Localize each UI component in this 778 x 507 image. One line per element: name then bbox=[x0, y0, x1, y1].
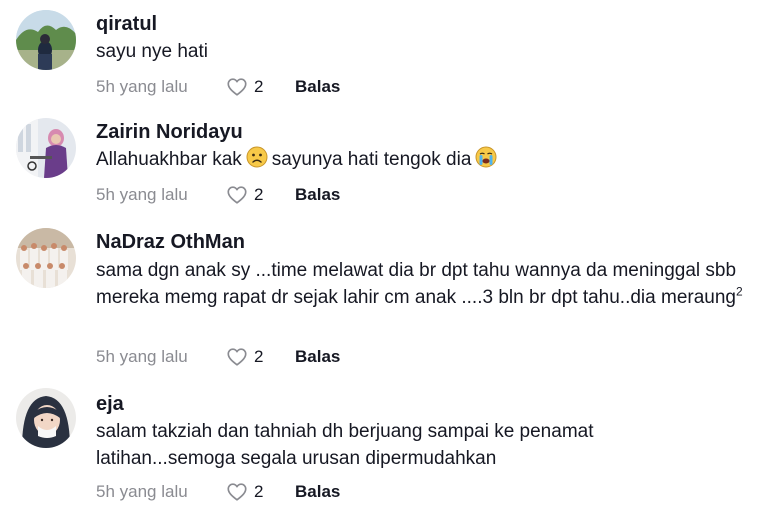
reply-button[interactable]: Balas bbox=[295, 183, 340, 207]
comment-username[interactable]: Zairin Noridayu bbox=[96, 120, 243, 144]
avatar-photo-person bbox=[16, 118, 76, 178]
comment-text-part: Allahuakhbar kak bbox=[96, 149, 242, 170]
like-count: 2 bbox=[254, 482, 264, 501]
comment-item: qiratul sayu nye hati 5h yang lalu 2 Bal… bbox=[0, 0, 778, 108]
loudly-crying-face-icon bbox=[475, 146, 497, 176]
comment-username[interactable]: qiratul bbox=[96, 12, 157, 36]
like-count: 2 bbox=[254, 185, 264, 204]
comment-username[interactable]: eja bbox=[96, 392, 124, 416]
comment-timestamp: 5h yang lalu bbox=[96, 77, 188, 96]
heart-outline-icon bbox=[227, 348, 247, 366]
reply-button[interactable]: Balas bbox=[295, 75, 340, 99]
comment-superscript: 2 bbox=[735, 284, 743, 299]
comment-item: Zairin Noridayu Allahuakhbar kak sayunya … bbox=[0, 108, 778, 218]
avatar[interactable] bbox=[16, 228, 76, 288]
heart-outline-icon bbox=[227, 78, 247, 96]
avatar[interactable] bbox=[16, 10, 76, 70]
heart-outline-icon bbox=[227, 186, 247, 204]
reply-button[interactable]: Balas bbox=[295, 480, 340, 504]
avatar-photo-hijab bbox=[16, 388, 76, 448]
avatar[interactable] bbox=[16, 388, 76, 448]
like-button[interactable]: 2 bbox=[226, 345, 263, 369]
comment-timestamp: 5h yang lalu bbox=[96, 185, 188, 204]
like-button[interactable]: 2 bbox=[226, 183, 263, 207]
like-button[interactable]: 2 bbox=[226, 480, 263, 504]
comment-item: NaDraz OthMan sama dgn anak sy ...time m… bbox=[0, 218, 778, 378]
comment-timestamp: 5h yang lalu bbox=[96, 347, 188, 366]
like-count: 2 bbox=[254, 77, 264, 96]
comment-timestamp: 5h yang lalu bbox=[96, 482, 188, 501]
reply-button[interactable]: Balas bbox=[295, 345, 340, 369]
avatar-photo-outdoor bbox=[16, 10, 76, 70]
avatar-photo-group bbox=[16, 228, 76, 288]
comment-text: sama dgn anak sy ...time melawat dia br … bbox=[96, 257, 756, 311]
like-button[interactable]: 2 bbox=[226, 75, 263, 99]
like-count: 2 bbox=[254, 347, 264, 366]
avatar[interactable] bbox=[16, 118, 76, 178]
comment-text-body: sama dgn anak sy ...time melawat dia br … bbox=[96, 260, 737, 308]
comment-text-part: sayunya hati tengok dia bbox=[271, 149, 472, 170]
comment-username[interactable]: NaDraz OthMan bbox=[96, 230, 245, 254]
comment-item: eja salam takziah dan tahniah dh berjuan… bbox=[0, 378, 778, 507]
comment-text: Allahuakhbar kak sayunya hati tengok dia bbox=[96, 146, 766, 176]
comment-text: sayu nye hati bbox=[96, 41, 208, 62]
heart-outline-icon bbox=[227, 483, 247, 501]
comment-text: salam takziah dan tahniah dh berjuang sa… bbox=[96, 421, 594, 469]
worried-face-icon bbox=[246, 146, 268, 176]
